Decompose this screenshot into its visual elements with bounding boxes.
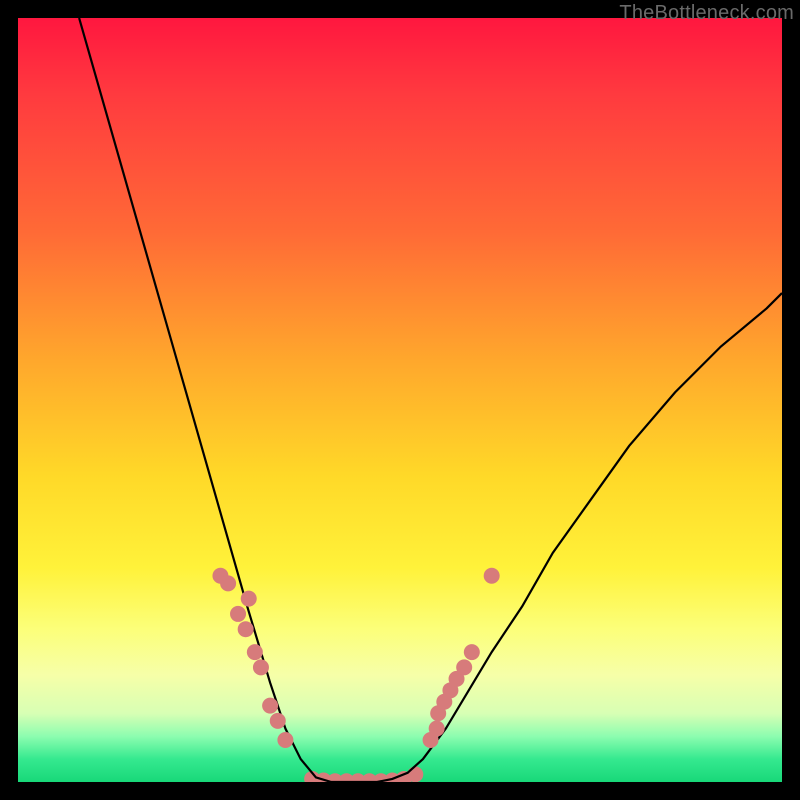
data-marker [407, 766, 423, 782]
data-marker [253, 659, 269, 675]
data-marker [230, 606, 246, 622]
data-marker [220, 575, 236, 591]
data-marker [241, 591, 257, 607]
data-marker [277, 732, 293, 748]
data-marker [484, 568, 500, 584]
data-marker [429, 721, 445, 737]
chart-svg [18, 18, 782, 782]
data-marker [464, 644, 480, 660]
plot-area [18, 18, 782, 782]
data-marker [238, 621, 254, 637]
chart-stage: TheBottleneck.com [0, 0, 800, 800]
left-markers [212, 568, 293, 748]
data-marker [247, 644, 263, 660]
data-marker [270, 713, 286, 729]
bottleneck-curve [79, 18, 782, 782]
watermark-text: TheBottleneck.com [619, 2, 794, 25]
data-marker [262, 698, 278, 714]
data-marker [456, 659, 472, 675]
